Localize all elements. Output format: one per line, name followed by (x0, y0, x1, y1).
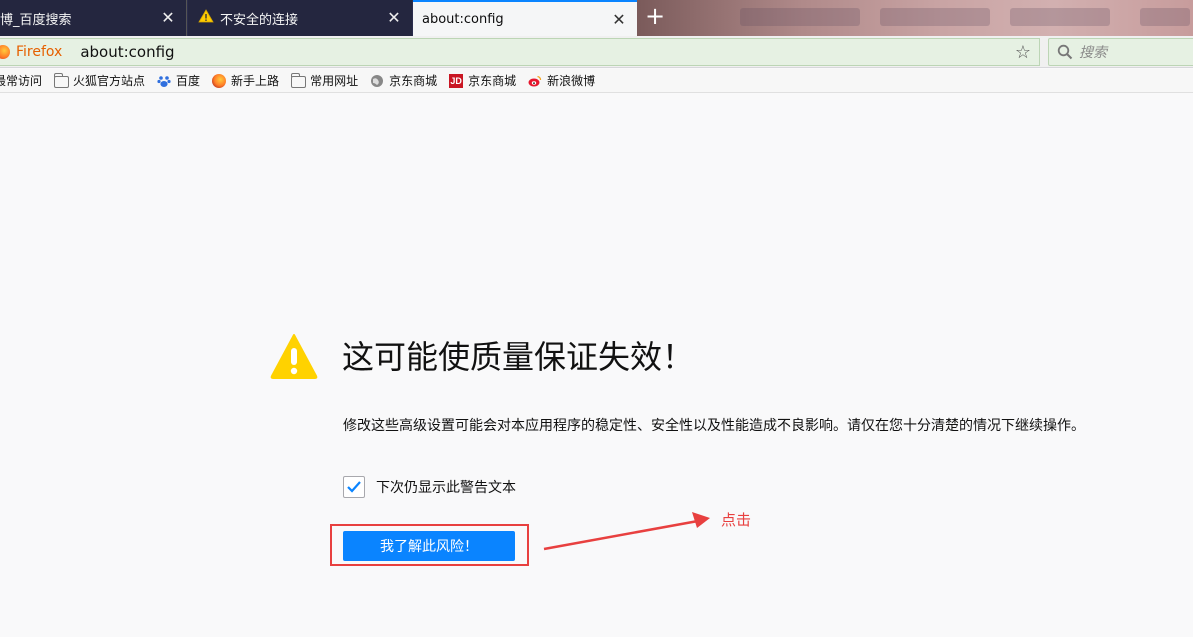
url-text[interactable]: about:config (80, 43, 174, 61)
tab-insecure-connection[interactable]: 不安全的连接 ✕ (188, 0, 412, 36)
checkmark-icon (347, 481, 361, 493)
new-tab-button[interactable]: + (643, 4, 667, 29)
background-blur-item (1140, 8, 1190, 26)
background-blur-item (880, 8, 990, 26)
background-blur-item (740, 8, 860, 26)
bookmark-firefox-official[interactable]: 火狐官方站点 (53, 72, 146, 89)
bookmark-baidu[interactable]: 百度 (157, 72, 200, 89)
bookmark-label: 京东商城 (468, 74, 517, 88)
close-tab-icon[interactable]: ✕ (160, 10, 176, 26)
tab-label: 不安全的连接 (220, 12, 299, 28)
bookmark-jd[interactable]: JD 京东商城 (449, 72, 516, 89)
tab-label: about:config (422, 11, 504, 27)
bookmark-star-icon[interactable]: ☆ (1015, 42, 1031, 63)
bookmark-label: 新浪微博 (547, 74, 596, 88)
tab-strip: 微博_百度搜索 ✕ 不安全的连接 ✕ about:config ✕ + (0, 0, 1193, 36)
bookmark-sina-weibo[interactable]: 新浪微博 (528, 72, 595, 89)
bookmark-getting-started[interactable]: 新手上路 (212, 72, 279, 89)
close-tab-icon[interactable]: ✕ (611, 12, 627, 28)
warning-description: 修改这些高级设置可能会对本应用程序的稳定性、安全性以及性能造成不良影响。请仅在您… (343, 418, 1085, 434)
folder-icon (290, 72, 307, 88)
weibo-icon (528, 75, 542, 86)
warning-icon (198, 9, 214, 27)
search-input[interactable]: 搜索 (1048, 38, 1193, 66)
tab-label: 微博_百度搜索 (0, 12, 72, 28)
navigation-bar: Firefox about:config ☆ 搜索 (0, 36, 1193, 68)
bookmark-label: 最常访问 (0, 74, 43, 88)
url-bar[interactable]: Firefox about:config ☆ (0, 38, 1040, 66)
show-warning-checkbox-row[interactable]: 下次仍显示此警告文本 (343, 476, 516, 498)
jd-icon: JD (449, 73, 464, 88)
bookmark-label: 新手上路 (231, 74, 280, 88)
annotation-arrow (543, 512, 710, 551)
page-title: 这可能使质量保证失效！ (342, 338, 695, 376)
tab-about-config[interactable]: about:config ✕ (413, 0, 637, 36)
bookmark-label: 火狐官方站点 (73, 74, 146, 88)
firefox-logo-icon (0, 45, 10, 59)
warning-icon (270, 334, 318, 379)
search-icon (1057, 44, 1073, 60)
close-tab-icon[interactable]: ✕ (386, 10, 402, 26)
accept-risk-button[interactable]: 我了解此风险！ (343, 531, 515, 561)
folder-icon (53, 72, 70, 88)
tab-baidu-search[interactable]: 微博_百度搜索 ✕ (0, 0, 187, 36)
bookmark-common-sites[interactable]: 常用网址 (290, 72, 359, 89)
bookmark-label: 京东商城 (389, 74, 438, 88)
show-warning-checkbox[interactable] (343, 476, 365, 498)
background-blur-item (1010, 8, 1110, 26)
firefox-icon (212, 73, 227, 88)
bookmark-label: 百度 (176, 74, 201, 88)
bookmark-most-visited[interactable]: 最常访问 (0, 72, 42, 89)
annotation-text: 点击 (721, 511, 752, 529)
bookmark-jd-globe[interactable]: 京东商城 (370, 72, 437, 89)
checkbox-label: 下次仍显示此警告文本 (376, 480, 516, 496)
globe-icon (371, 74, 384, 87)
bookmark-label: 常用网址 (310, 74, 359, 88)
search-placeholder: 搜索 (1079, 45, 1107, 61)
identity-label[interactable]: Firefox (16, 44, 62, 60)
baidu-paw-icon (157, 75, 171, 87)
bookmarks-toolbar: 最常访问 火狐官方站点 百度 新手上路 常用网址 京东商城 JD 京东商城 新浪… (0, 69, 1193, 93)
